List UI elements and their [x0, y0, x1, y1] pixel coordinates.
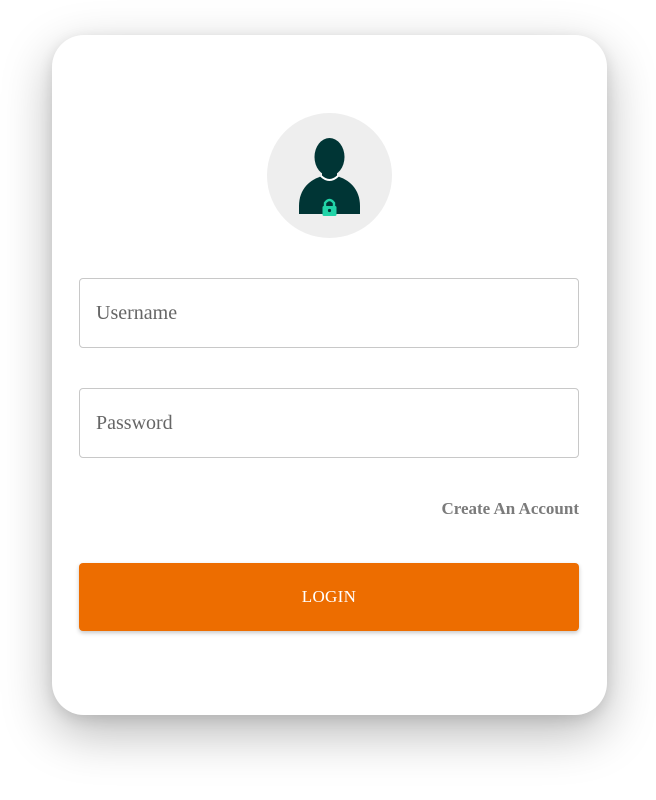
user-lock-icon: [299, 138, 360, 216]
avatar: [267, 113, 392, 238]
page: Create An Account LOGIN: [0, 0, 656, 800]
create-account-link[interactable]: Create An Account: [441, 499, 579, 519]
login-button[interactable]: LOGIN: [79, 563, 579, 631]
username-input[interactable]: [79, 278, 579, 348]
password-input[interactable]: [79, 388, 579, 458]
login-card: Create An Account LOGIN: [52, 35, 607, 715]
